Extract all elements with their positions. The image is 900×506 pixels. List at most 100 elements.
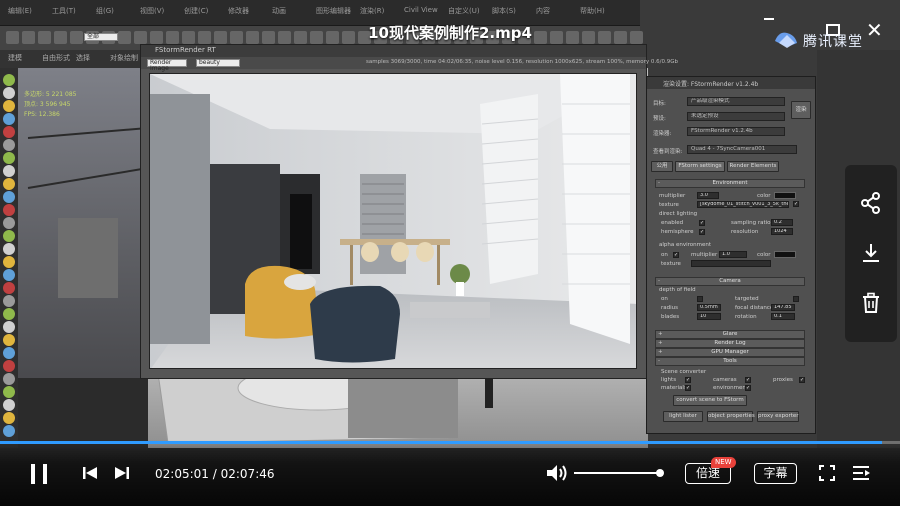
tool-icon[interactable] xyxy=(3,308,15,320)
previous-icon[interactable] xyxy=(82,466,98,480)
env-color-swatch[interactable] xyxy=(774,192,796,199)
command-tab[interactable]: 自由形式 xyxy=(42,53,70,63)
blades-field[interactable]: 10 xyxy=(697,313,721,320)
dof-on-checkbox[interactable] xyxy=(697,296,703,302)
radius-field[interactable]: 0.5mm xyxy=(697,304,721,311)
download-icon[interactable] xyxy=(859,241,883,265)
frame-buffer-titlebar[interactable]: FStormRender RT xyxy=(141,45,646,57)
camera-rollout[interactable]: - Camera xyxy=(655,277,805,286)
menu-item[interactable]: 修改器 xyxy=(228,6,249,16)
tool-icon[interactable] xyxy=(3,412,15,424)
render-button[interactable]: 渲染 xyxy=(791,101,811,119)
subtitle-button[interactable]: 字幕 xyxy=(754,463,797,484)
playlist-icon[interactable] xyxy=(852,465,870,481)
tool-icon[interactable] xyxy=(3,282,15,294)
render-image-select[interactable]: Render Image xyxy=(147,59,187,72)
tool-icon[interactable] xyxy=(3,113,15,125)
channel-select[interactable]: beauty xyxy=(196,59,240,67)
render-log-rollout[interactable]: + Render Log xyxy=(655,339,805,348)
tool-icon[interactable] xyxy=(3,230,15,242)
tool-icon[interactable] xyxy=(3,243,15,255)
light-lister-button[interactable]: light lister xyxy=(663,411,703,422)
tool-icon[interactable] xyxy=(3,334,15,346)
volume-icon[interactable] xyxy=(546,464,568,482)
renderer-dropdown[interactable]: FStormRender v1.2.4b xyxy=(687,127,785,136)
convert-lights-checkbox[interactable]: ✓ xyxy=(685,377,691,383)
tool-icon[interactable] xyxy=(3,386,15,398)
tool-icon[interactable] xyxy=(3,295,15,307)
tool-icon[interactable] xyxy=(3,347,15,359)
env-texture-field[interactable]: [skydome_01_stitch_v001_3_5k_thef.hdr] xyxy=(697,201,789,208)
minimize-icon[interactable] xyxy=(764,18,774,20)
alpha-texture-field[interactable] xyxy=(691,260,771,267)
resolution-field[interactable]: 1024 xyxy=(771,228,793,235)
menu-item[interactable]: 编辑(E) xyxy=(8,6,32,16)
menu-item[interactable]: 图形编辑器 xyxy=(316,6,351,16)
menu-item[interactable]: 组(G) xyxy=(96,6,114,16)
menu-item[interactable]: 渲染(R) xyxy=(360,6,384,16)
tool-icon[interactable] xyxy=(3,399,15,411)
menu-item[interactable]: 工具(T) xyxy=(52,6,76,16)
tool-icon[interactable] xyxy=(3,256,15,268)
menu-item[interactable]: 动画 xyxy=(272,6,286,16)
alpha-color-swatch[interactable] xyxy=(774,251,796,258)
command-tab[interactable]: 选择 xyxy=(76,53,90,63)
alpha-multiplier-field[interactable]: 1.0 xyxy=(719,251,747,258)
tool-icon[interactable] xyxy=(3,425,15,437)
tool-icon[interactable] xyxy=(3,178,15,190)
sampling-ratio-field[interactable]: 0.2 xyxy=(771,219,793,226)
focal-distance-field[interactable]: 147.85 xyxy=(771,304,795,311)
hemisphere-checkbox[interactable]: ✓ xyxy=(699,229,705,235)
menu-item[interactable]: 视图(V) xyxy=(140,6,164,16)
tool-icon[interactable] xyxy=(3,373,15,385)
tool-icon[interactable] xyxy=(3,152,15,164)
view-dropdown[interactable]: Quad 4 - 7SyncCamera001 xyxy=(687,145,797,154)
target-dropdown[interactable]: 产品级渲染模式 xyxy=(687,97,785,106)
glare-rollout[interactable]: + Glare xyxy=(655,330,805,339)
render-setup-panel[interactable]: 渲染设置: FStormRender v1.2.4b 目标: 产品级渲染模式 预… xyxy=(646,76,816,434)
environment-rollout[interactable]: - Environment xyxy=(655,179,805,188)
convert-scene-button[interactable]: convert scene to FStorm xyxy=(673,395,747,406)
volume-knob[interactable] xyxy=(656,469,664,477)
tab-common[interactable]: 公用 xyxy=(651,161,673,172)
targeted-checkbox[interactable] xyxy=(793,296,799,302)
tool-icon[interactable] xyxy=(3,217,15,229)
close-icon[interactable]: ✕ xyxy=(866,20,883,40)
tool-icon[interactable] xyxy=(3,100,15,112)
rotation-field[interactable]: 0.1 xyxy=(771,313,795,320)
tool-icon[interactable] xyxy=(3,139,15,151)
command-tab[interactable]: 建模 xyxy=(8,53,22,63)
proxy-exporter-button[interactable]: proxy exporter xyxy=(757,411,799,422)
env-multiplier-field[interactable]: 3.0 xyxy=(697,192,719,199)
convert-cameras-checkbox[interactable]: ✓ xyxy=(745,377,751,383)
next-icon[interactable] xyxy=(114,466,130,480)
enabled-checkbox[interactable]: ✓ xyxy=(699,220,705,226)
env-texture-checkbox[interactable]: ✓ xyxy=(793,201,799,207)
convert-materials-checkbox[interactable]: ✓ xyxy=(685,385,691,391)
gpu-manager-rollout[interactable]: + GPU Manager xyxy=(655,348,805,357)
tool-icon[interactable] xyxy=(3,321,15,333)
menu-item[interactable]: 内容 xyxy=(536,6,550,16)
menu-item[interactable]: 脚本(S) xyxy=(492,6,516,16)
tab-fstorm-settings[interactable]: FStorm settings xyxy=(675,161,725,172)
tab-render-elements[interactable]: Render Elements xyxy=(727,161,779,172)
menu-item[interactable]: Civil View xyxy=(404,6,438,14)
tool-icon[interactable] xyxy=(3,191,15,203)
pause-icon[interactable] xyxy=(29,464,49,484)
tool-icon[interactable] xyxy=(3,269,15,281)
preset-dropdown[interactable]: 未选定预设 xyxy=(687,112,785,121)
convert-environment-checkbox[interactable]: ✓ xyxy=(745,385,751,391)
tool-icon[interactable] xyxy=(3,204,15,216)
command-tab[interactable]: 对象绘制 xyxy=(110,53,138,63)
trash-icon[interactable] xyxy=(859,291,883,315)
render-setup-titlebar[interactable]: 渲染设置: FStormRender v1.2.4b xyxy=(647,77,815,89)
alpha-on-checkbox[interactable]: ✓ xyxy=(673,252,679,258)
fullscreen-icon[interactable] xyxy=(819,465,835,481)
convert-proxies-checkbox[interactable]: ✓ xyxy=(799,377,805,383)
menu-item[interactable]: 创建(C) xyxy=(184,6,208,16)
menu-item[interactable]: 帮助(H) xyxy=(580,6,605,16)
object-properties-button[interactable]: object properties xyxy=(707,411,755,422)
tool-icon[interactable] xyxy=(3,165,15,177)
tool-icon[interactable] xyxy=(3,126,15,138)
tool-icon[interactable] xyxy=(3,360,15,372)
